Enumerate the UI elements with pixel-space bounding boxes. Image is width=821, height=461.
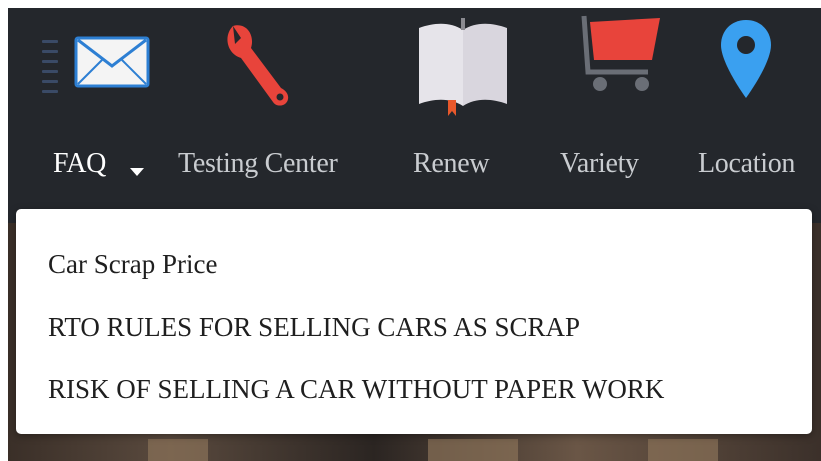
book-icon xyxy=(419,18,507,116)
nav-label-faq: FAQ xyxy=(53,148,107,179)
chevron-down-icon xyxy=(130,168,144,176)
envelope-icon xyxy=(74,36,150,88)
nav-item-testing-center[interactable]: Testing Center xyxy=(173,8,373,213)
nav-item-faq[interactable]: FAQ xyxy=(48,8,168,213)
nav-item-location[interactable]: Location xyxy=(694,8,821,213)
wrench-icon xyxy=(227,25,289,106)
faq-dropdown-menu: Car Scrap Price RTO RULES FOR SELLING CA… xyxy=(16,209,812,434)
dropdown-item-car-scrap-price[interactable]: Car Scrap Price xyxy=(48,249,217,280)
cart-icon xyxy=(581,15,660,91)
nav-label-location: Location xyxy=(698,148,796,179)
dropdown-item-rto-rules[interactable]: RTO RULES FOR SELLING CARS AS SCRAP xyxy=(48,312,580,343)
nav-label-variety: Variety xyxy=(560,148,639,179)
dropdown-item-risk-without-paperwork[interactable]: RISK OF SELLING A CAR WITHOUT PAPER WORK xyxy=(48,374,664,405)
location-pin-icon xyxy=(721,20,771,98)
nav-item-variety[interactable]: Variety xyxy=(556,8,666,213)
nav-item-renew[interactable]: Renew xyxy=(403,8,513,213)
nav-label-renew: Renew xyxy=(413,148,490,179)
nav-label-testing-center: Testing Center xyxy=(178,148,338,179)
